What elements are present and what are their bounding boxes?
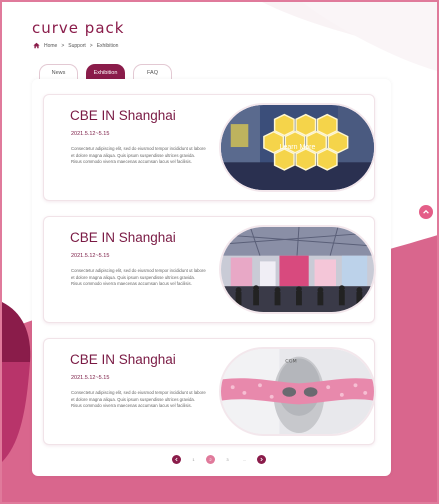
breadcrumb-home[interactable]: Home <box>44 43 57 49</box>
card-title[interactable]: CBE IN Shanghai <box>70 352 176 367</box>
breadcrumb-separator: > <box>61 42 65 49</box>
breadcrumb: Home > Support > Exhibition <box>33 42 118 49</box>
card-description: Consectetur adipiscing elit, sed do eius… <box>71 390 206 409</box>
home-icon[interactable] <box>33 42 40 49</box>
svg-text:CGM: CGM <box>285 358 296 364</box>
brand-logo[interactable]: curve pack <box>32 19 124 37</box>
card-date: 2021.5.12~5.15 <box>71 253 110 259</box>
scroll-top-button[interactable] <box>419 205 433 219</box>
tab-exhibition[interactable]: Exhibition <box>86 64 125 80</box>
tab-bar: News Exhibition FAQ <box>39 64 172 80</box>
exhibition-card[interactable]: CBE IN Shanghai 2021.5.12~5.15 Consectet… <box>43 216 376 323</box>
page-1-button[interactable]: 1 <box>189 455 198 464</box>
page-frame: curve pack Home > Support > Exhibition N… <box>0 0 439 504</box>
chevron-right-icon <box>260 457 263 462</box>
page-3-button[interactable]: 3 <box>223 455 232 464</box>
card-image[interactable] <box>219 225 376 314</box>
pagination: 1 2 3 ... <box>172 455 266 464</box>
page-2-button[interactable]: 2 <box>206 455 215 464</box>
tab-news[interactable]: News <box>39 64 78 80</box>
breadcrumb-separator: > <box>89 42 93 49</box>
card-date: 2021.5.12~5.15 <box>71 131 110 137</box>
exhibition-card[interactable]: CBE IN Shanghai 2021.5.12~5.15 Consectet… <box>43 94 376 201</box>
card-description: Consectetur adipiscing elit, sed do eius… <box>71 268 206 287</box>
exhibition-hall-image <box>221 227 374 312</box>
mannequin-mask-image: CGM <box>221 349 374 434</box>
card-title[interactable]: CBE IN Shanghai <box>70 230 176 245</box>
card-image[interactable]: Learn More <box>219 103 376 192</box>
chevron-left-icon <box>175 457 178 462</box>
learn-more-link[interactable]: Learn More <box>221 105 374 190</box>
tab-faq[interactable]: FAQ <box>133 64 172 80</box>
card-description: Consectetur adipiscing elit, sed do eius… <box>71 146 206 165</box>
breadcrumb-support[interactable]: Support <box>68 43 86 49</box>
card-title[interactable]: CBE IN Shanghai <box>70 108 176 123</box>
exhibition-panel: CBE IN Shanghai 2021.5.12~5.15 Consectet… <box>32 79 391 476</box>
prev-page-button[interactable] <box>172 455 181 464</box>
chevron-up-icon <box>423 209 429 214</box>
card-image[interactable]: CGM <box>219 347 376 436</box>
exhibition-card[interactable]: CBE IN Shanghai 2021.5.12~5.15 Consectet… <box>43 338 376 445</box>
next-page-button[interactable] <box>257 455 266 464</box>
breadcrumb-current: Exhibition <box>96 42 119 49</box>
card-date: 2021.5.12~5.15 <box>71 375 110 381</box>
pagination-ellipsis: ... <box>242 457 247 462</box>
